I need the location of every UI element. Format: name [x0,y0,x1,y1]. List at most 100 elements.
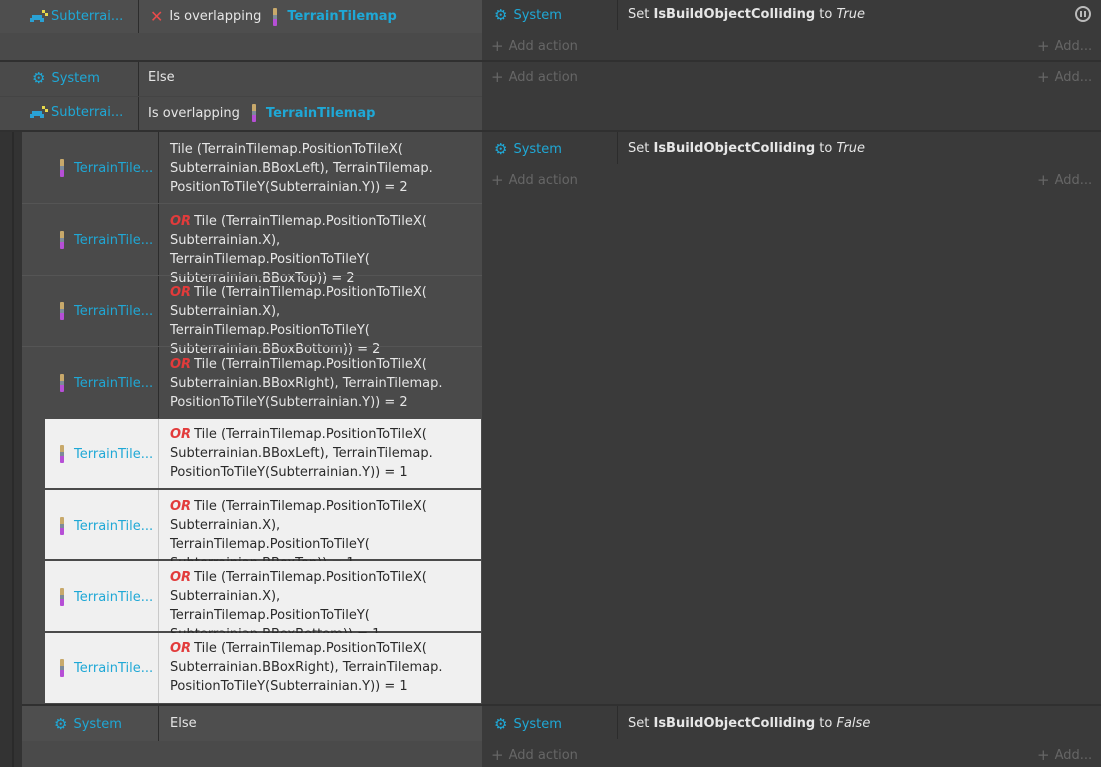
sub-condition-row-selected[interactable]: TerrainTile... OR Tile (TerrainTilemap.Po… [45,633,481,703]
sub-condition-object[interactable]: TerrainTile... [60,230,153,250]
condition-line: Tile (TerrainTilemap.PositionToTileX( [194,427,427,442]
action-mid: to [815,7,837,22]
action-prefix: Set [628,141,654,156]
plus-icon: + [1037,37,1050,55]
add-more-label: Add... [1054,38,1093,54]
sub-condition-row-selected[interactable]: TerrainTile... OR Tile (TerrainTilemap.Po… [45,561,481,642]
object-name: TerrainTile... [74,375,154,391]
add-action-label: Add action [508,38,578,54]
condition-line: Subterrainian.BBoxRight), TerrainTilemap… [170,376,443,391]
pause-icon[interactable] [1075,6,1091,22]
tilemap-icon [60,659,64,677]
object-name: TerrainTile... [74,303,154,319]
sub-condition-object[interactable]: TerrainTile... [60,444,153,464]
object-name: System [513,141,562,157]
object-name: TerrainTile... [74,446,154,462]
sub-condition-text[interactable]: OR Tile (TerrainTilemap.PositionToTileX( … [170,425,475,482]
tilemap-icon [60,517,64,535]
event1-action-object[interactable]: ⚙ System [494,5,562,25]
gear-icon: ⚙ [32,68,46,87]
add-more-label: Add... [1054,747,1093,763]
condition-line: Tile (TerrainTilemap.PositionToTileX( [194,214,427,229]
condition-line: Subterrainian.BBoxLeft), TerrainTilemap. [170,161,433,176]
else-event-add-action-button[interactable]: + Add action [491,746,578,764]
tilemap-icon [60,231,64,249]
sub-condition-text[interactable]: OR Tile (TerrainTilemap.PositionToTileX( … [170,212,475,288]
action-mid: to [815,716,837,731]
sub-condition-row-selected[interactable]: TerrainTile... OR Tile (TerrainTilemap.Po… [45,490,481,571]
action-value: True [836,7,865,22]
object-name: Subterrai... [51,104,124,120]
plus-icon: + [491,68,504,86]
event2-add-more-button[interactable]: + Add... [1037,68,1092,86]
condition-line: Tile (TerrainTilemap.PositionToTileX( [170,142,403,157]
condition-line: Subterrainian.X), TerrainTilemap.Positio… [170,233,370,267]
action-value: False [836,716,871,731]
object-name: System [513,7,562,23]
sub-condition-object[interactable]: TerrainTile... [60,301,153,321]
condition-line: PositionToTileY(Subterrainian.Y)) = 2 [170,395,408,410]
condition-line: PositionToTileY(Subterrainian.Y)) = 1 [170,679,408,694]
event1-add-more-button[interactable]: + Add... [1037,37,1092,55]
event1-action-text[interactable]: Set IsBuildObjectColliding to True [628,7,865,22]
event1-add-action-button[interactable]: + Add action [491,37,578,55]
or-keyword: OR [170,285,192,300]
x-icon: ✕ [150,7,164,26]
or-keyword: OR [170,570,192,585]
or-keyword: OR [170,214,192,229]
sub-event-action-text[interactable]: Set IsBuildObjectColliding to True [628,141,865,156]
condition-line: Tile (TerrainTilemap.PositionToTileX( [194,499,427,514]
event1-condition-object[interactable]: Subterrai... [30,6,135,26]
gear-icon: ⚙ [54,714,68,733]
sub-condition-object[interactable]: TerrainTile... [60,658,153,678]
event2-condition-overlap[interactable]: Is overlapping TerrainTilemap [148,104,375,122]
object-name: TerrainTile... [74,232,154,248]
sub-condition-object[interactable]: TerrainTile... [60,158,153,178]
event2-add-action-button[interactable]: + Add action [491,68,578,86]
object-name: TerrainTile... [74,589,154,605]
sub-event-indent-bar [0,132,22,767]
condition-label: Is overlapping [169,9,262,24]
event2-condition-object-sprite[interactable]: Subterrai... [30,102,135,122]
sub-event-action-object[interactable]: ⚙ System [494,139,562,159]
condition-line: Tile (TerrainTilemap.PositionToTileX( [194,570,427,585]
else-event-condition-object[interactable]: ⚙ System [54,714,122,734]
sub-event-add-action-button[interactable]: + Add action [491,171,578,189]
sub-condition-object[interactable]: TerrainTile... [60,587,153,607]
event1-condition-text[interactable]: ✕ Is overlapping TerrainTilemap [150,7,397,26]
else-event-condition-text[interactable]: Else [170,716,197,731]
else-event-action-object[interactable]: ⚙ System [494,714,562,734]
event2-condition-else[interactable]: Else [148,70,175,85]
object-name: TerrainTile... [74,160,154,176]
sub-condition-text[interactable]: OR Tile (TerrainTilemap.PositionToTileX( … [170,355,475,412]
condition-line: Subterrainian.X), TerrainTilemap.Positio… [170,518,370,552]
sub-condition-object[interactable]: TerrainTile... [60,373,153,393]
tilemap-icon [251,104,256,122]
tilemap-icon [273,7,278,26]
object-name: TerrainTile... [74,518,154,534]
sprite-icon [30,105,48,119]
gear-icon: ⚙ [494,139,508,158]
condition-line: Subterrainian.X), TerrainTilemap.Positio… [170,589,370,623]
action-variable: IsBuildObjectColliding [653,716,816,731]
tilemap-icon [60,445,64,463]
sub-condition-text[interactable]: Tile (TerrainTilemap.PositionToTileX( Su… [170,140,475,197]
sub-condition-text[interactable]: OR Tile (TerrainTilemap.PositionToTileX( … [170,639,475,696]
condition-line: Subterrainian.X), TerrainTilemap.Positio… [170,304,370,338]
event2-condition-object-system[interactable]: ⚙ System [32,68,100,88]
else-event-action-text[interactable]: Set IsBuildObjectColliding to False [628,716,870,731]
action-prefix: Set [628,7,654,22]
condition-line: Subterrainian.BBoxLeft), TerrainTilemap. [170,446,433,461]
tilemap-icon [60,588,64,606]
plus-icon: + [1037,746,1050,764]
or-keyword: OR [170,357,192,372]
sub-event-add-more-button[interactable]: + Add... [1037,171,1092,189]
sub-condition-text[interactable]: OR Tile (TerrainTilemap.PositionToTileX( … [170,283,475,359]
else-event-add-more-button[interactable]: + Add... [1037,746,1092,764]
condition-target: TerrainTilemap [265,105,376,121]
gear-icon: ⚙ [494,714,508,733]
sub-condition-row-selected[interactable]: TerrainTile... OR Tile (TerrainTilemap.Po… [45,419,481,488]
condition-line: Tile (TerrainTilemap.PositionToTileX( [194,357,427,372]
action-value: True [836,141,865,156]
sub-condition-object[interactable]: TerrainTile... [60,516,153,536]
